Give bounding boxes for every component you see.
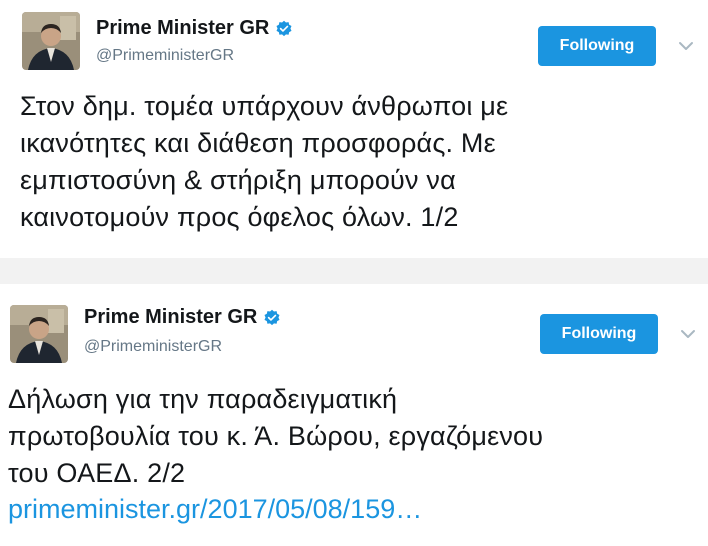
display-name[interactable]: Prime Minister GR [96,17,269,40]
avatar-image [22,12,80,70]
display-name[interactable]: Prime Minister GR [84,306,257,329]
tweet-link[interactable]: primeminister.gr/2017/05/08/159… [8,491,422,528]
tweet-text: Δήλωση για την παραδειγματική πρωτοβουλί… [8,384,544,488]
verified-badge-icon [263,309,281,327]
avatar[interactable] [22,12,80,70]
user-handle[interactable]: @PrimeministerGR [96,47,234,65]
following-button[interactable]: Following [540,314,658,354]
tweet-separator [0,258,708,284]
tweet-text: Στον δημ. τομέα υπάρχουν άνθρωποι με ικα… [20,91,509,232]
avatar-image [10,305,68,363]
chevron-down-icon[interactable] [676,38,696,54]
user-handle[interactable]: @PrimeministerGR [84,338,222,356]
author-name-row: Prime Minister GR [96,17,293,40]
verified-badge-icon [275,20,293,38]
following-button[interactable]: Following [538,26,656,66]
author-name-row: Prime Minister GR [84,306,281,329]
avatar[interactable] [10,305,68,363]
chevron-down-icon[interactable] [678,326,698,342]
